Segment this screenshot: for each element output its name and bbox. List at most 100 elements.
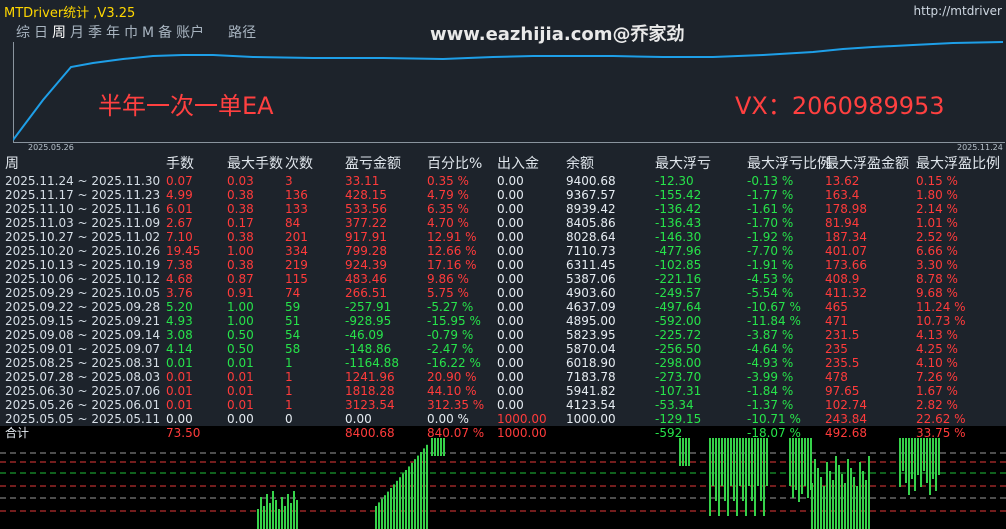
table-cell: -225.72 — [655, 328, 702, 342]
table-cell: 483.46 — [345, 272, 387, 286]
table-cell: 4.25 % — [916, 342, 958, 356]
table-cell: 1 — [285, 398, 293, 412]
table-cell: 3.76 — [166, 286, 193, 300]
tab-7[interactable]: M — [142, 25, 154, 41]
table-cell: 0.01 — [227, 384, 254, 398]
table-cell: 8028.64 — [566, 230, 616, 244]
window-title: MTDriver统计 ,V3.25 — [4, 6, 136, 21]
table-row: 2025.06.30 ~ 2025.07.06 0.01 0.01 1 1818.28 4… — [0, 384, 1006, 398]
table-cell: 2025.09.29 ~ 2025.10.05 — [5, 286, 161, 300]
tab-8[interactable]: 备 — [158, 22, 172, 42]
window-url[interactable]: http://mtdriver — [914, 4, 1002, 18]
column-header: 百分比% — [427, 156, 483, 172]
table-row: 2025.07.28 ~ 2025.08.03 0.01 0.01 1 1241.96 2… — [0, 370, 1006, 384]
table-cell: 231.5 — [825, 328, 860, 342]
table-cell: 5823.95 — [566, 328, 616, 342]
table-cell: 243.84 — [825, 412, 867, 426]
table-cell: -273.70 — [655, 370, 702, 384]
table-cell: 4.70 % — [427, 216, 469, 230]
table-cell: 2025.11.24 ~ 2025.11.30 — [5, 174, 161, 188]
table-row: 2025.11.03 ~ 2025.11.09 2.67 0.17 84 377.22 4… — [0, 216, 1006, 230]
table-cell: 924.39 — [345, 258, 387, 272]
tab-9[interactable]: 账户 — [176, 22, 204, 42]
table-cell: 6311.45 — [566, 258, 616, 272]
table-cell: 408.9 — [825, 272, 860, 286]
table-row: 2025.11.24 ~ 2025.11.30 0.07 0.03 3 33.11 0.3… — [0, 174, 1006, 188]
table-cell: -16.22 % — [427, 356, 481, 370]
table-cell: 411.32 — [825, 286, 867, 300]
table-cell: -102.85 — [655, 258, 702, 272]
table-cell: 0.00 — [497, 328, 524, 342]
table-cell: 11.24 % — [916, 300, 966, 314]
table-cell: -148.86 — [345, 342, 392, 356]
table-cell: 6.66 % — [916, 244, 958, 258]
tab-6[interactable]: 巾 — [124, 22, 138, 42]
table-cell: 8939.42 — [566, 202, 616, 216]
table-cell: 1 — [285, 356, 293, 370]
table-cell: 4.79 % — [427, 188, 469, 202]
table-cell: 8.78 % — [916, 272, 958, 286]
table-cell: 3123.54 — [345, 398, 395, 412]
table-cell: 2.52 % — [916, 230, 958, 244]
table-cell: 1.80 % — [916, 188, 958, 202]
tab-4[interactable]: 季 — [88, 22, 102, 42]
table-cell: -592.00 — [655, 314, 702, 328]
table-cell: 0.01 — [166, 398, 193, 412]
table-cell: -155.42 — [655, 188, 702, 202]
table-cell: -53.34 — [655, 398, 694, 412]
table-cell: 0.38 — [227, 230, 254, 244]
table-cell: 3 — [285, 174, 293, 188]
table-cell: 266.51 — [345, 286, 387, 300]
column-header: 最大浮盈比例 — [916, 156, 1000, 172]
table-cell: 0.50 — [227, 342, 254, 356]
table-cell: 1.00 — [227, 300, 254, 314]
table-cell: 0.01 — [166, 370, 193, 384]
tab-10[interactable]: 路径 — [228, 22, 256, 42]
table-cell: 0.00 — [497, 230, 524, 244]
table-cell: 0.00 — [497, 384, 524, 398]
table-cell: 1.00 — [227, 314, 254, 328]
table-row: 2025.05.26 ~ 2025.06.01 0.01 0.01 1 3123.54 3… — [0, 398, 1006, 412]
table-cell: -136.43 — [655, 216, 702, 230]
tab-3[interactable]: 月 — [70, 22, 84, 42]
table-cell: 2025.10.06 ~ 2025.10.12 — [5, 272, 161, 286]
stats-panel: MTDriver统计 ,V3.25 http://mtdriver 综日周月季年… — [0, 0, 1006, 440]
table-cell: -4.64 % — [747, 342, 794, 356]
table-cell: 0.00 — [497, 342, 524, 356]
table-cell: -249.57 — [655, 286, 702, 300]
tab-5[interactable]: 年 — [106, 22, 120, 42]
column-header: 周 — [5, 156, 19, 172]
tab-1[interactable]: 日 — [34, 22, 48, 42]
column-header: 出入金 — [497, 156, 539, 172]
table-cell: 2.14 % — [916, 202, 958, 216]
table-cell: -928.95 — [345, 314, 392, 328]
tab-2[interactable]: 周 — [52, 22, 66, 42]
table-cell: 0.00 — [497, 356, 524, 370]
table-cell: 799.28 — [345, 244, 387, 258]
table-cell: 471 — [825, 314, 848, 328]
table-cell: -1.84 % — [747, 384, 794, 398]
table-cell: -129.15 — [655, 412, 702, 426]
table-cell: -12.30 — [655, 174, 694, 188]
table-row: 2025.10.06 ~ 2025.10.12 4.68 0.87 115 483.46… — [0, 272, 1006, 286]
table-cell: 17.16 % — [427, 258, 477, 272]
table-cell: 0.00 — [497, 216, 524, 230]
table-cell: 2025.10.20 ~ 2025.10.26 — [5, 244, 161, 258]
promo-text-right: VX：2060989953 — [735, 92, 945, 120]
table-cell: 334 — [285, 244, 308, 258]
table-cell: 1 — [285, 384, 293, 398]
table-cell: 0.15 % — [916, 174, 958, 188]
table-row: 2025.09.29 ~ 2025.10.05 3.76 0.91 74 266.51 5… — [0, 286, 1006, 300]
table-cell: -0.13 % — [747, 174, 794, 188]
table-row: 2025.08.25 ~ 2025.08.31 0.01 0.01 1 -1164.88… — [0, 356, 1006, 370]
table-row: 2025.10.20 ~ 2025.10.26 19.45 1.00 334 799.2… — [0, 244, 1006, 258]
table-cell: 136 — [285, 188, 308, 202]
table-cell: 0.00 — [345, 412, 372, 426]
tab-0[interactable]: 综 — [16, 22, 30, 42]
table-cell: 235 — [825, 342, 848, 356]
table-cell: -5.27 % — [427, 300, 474, 314]
table-cell: 8405.86 — [566, 216, 616, 230]
table-cell: 9400.68 — [566, 174, 616, 188]
column-header: 次数 — [285, 156, 313, 172]
table-cell: 7183.78 — [566, 370, 616, 384]
